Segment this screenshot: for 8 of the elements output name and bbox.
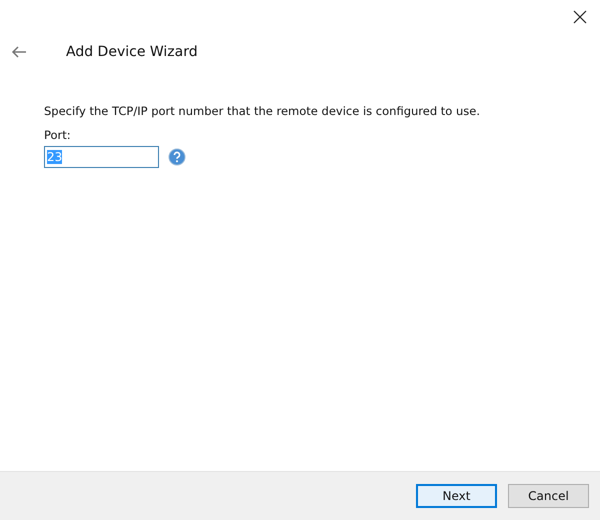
help-icon[interactable]: [168, 148, 186, 166]
port-label: Port:: [44, 128, 72, 142]
next-button[interactable]: Next: [416, 484, 497, 508]
instruction-text: Specify the TCP/IP port number that the remote device is configured to use.: [44, 104, 482, 118]
window-title: Add Device Wizard: [66, 44, 198, 60]
cancel-button[interactable]: Cancel: [508, 484, 589, 508]
close-icon: [572, 9, 588, 25]
close-button[interactable]: [572, 9, 588, 25]
